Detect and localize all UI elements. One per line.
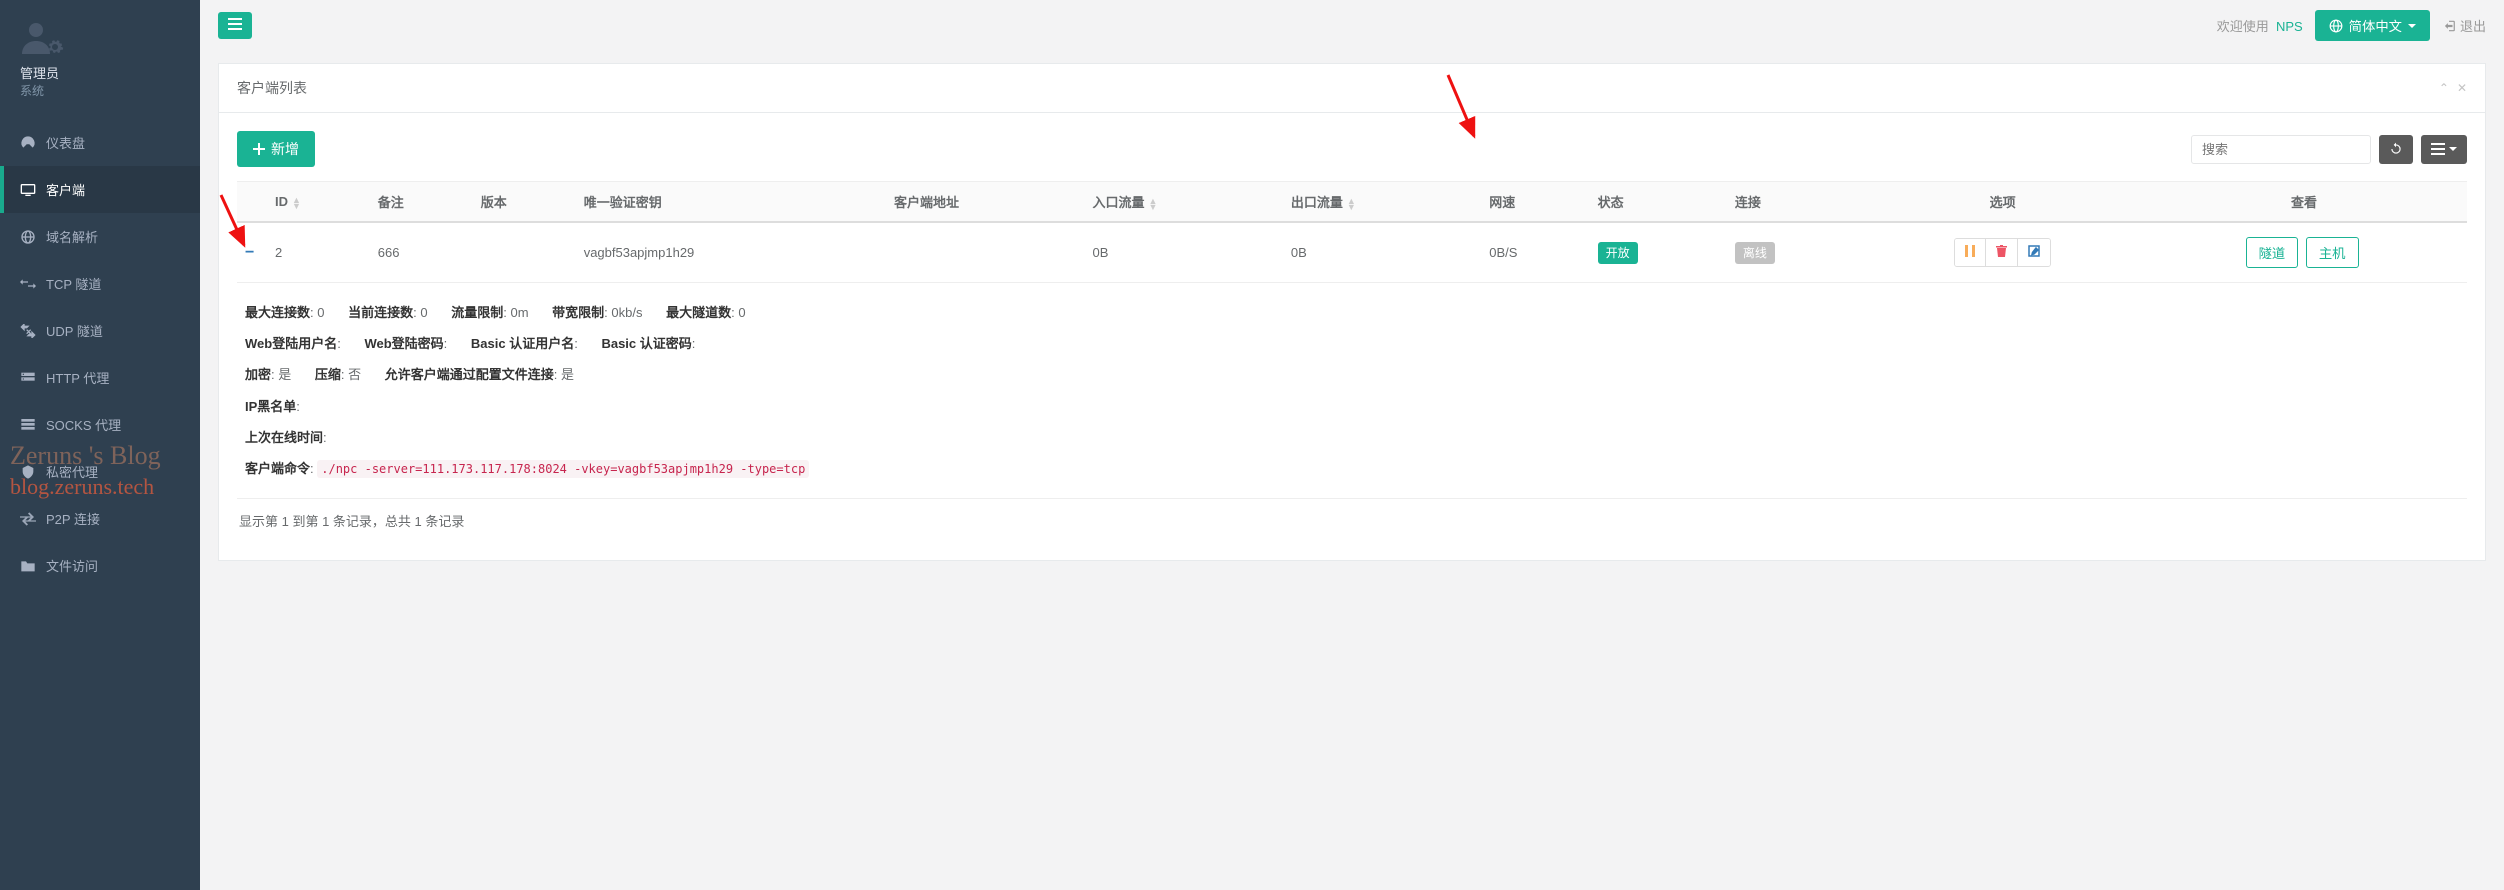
secret-icon: [20, 464, 38, 480]
sidebar-item-label: 仪表盘: [46, 133, 85, 152]
tunnel-button[interactable]: 隧道: [2246, 237, 2299, 268]
sidebar-item-label: UDP 隧道: [46, 321, 103, 340]
sidebar-item-label: SOCKS 代理: [46, 415, 121, 434]
sidebar-item-label: HTTP 代理: [46, 368, 109, 387]
col-view: 查看: [2141, 182, 2467, 223]
menu-toggle-button[interactable]: [218, 12, 252, 39]
panel-title: 客户端列表: [237, 78, 307, 98]
expand-row: 最大连接数: 0 当前连接数: 0 流量限制: 0m 带宽限制: 0kb/s 最…: [237, 283, 2467, 499]
user-avatar-icon: [20, 20, 60, 54]
status-badge: 开放: [1598, 242, 1638, 264]
sidebar-item-domain[interactable]: 域名解析: [0, 213, 200, 260]
user-role: 管理员: [20, 63, 180, 82]
sidebar-item-label: TCP 隧道: [46, 274, 101, 293]
sidebar-item-label: 私密代理: [46, 462, 98, 481]
topbar: 欢迎使用 NPS 简体中文 退出: [200, 0, 2504, 51]
sidebar-item-label: P2P 连接: [46, 509, 100, 528]
search-input[interactable]: [2191, 135, 2371, 164]
tcp-icon: [20, 277, 38, 291]
col-addr: 客户端地址: [886, 182, 1085, 223]
chevron-down-icon: [2449, 147, 2457, 151]
sidebar-item-http[interactable]: HTTP 代理: [0, 354, 200, 401]
cell-version: [473, 222, 576, 283]
sidebar-item-file[interactable]: 文件访问: [0, 542, 200, 589]
sidebar-item-tcp[interactable]: TCP 隧道: [0, 260, 200, 307]
p2p-icon: [20, 512, 38, 526]
refresh-button[interactable]: [2379, 135, 2413, 164]
col-speed: 网速: [1481, 182, 1589, 223]
sidebar-item-udp[interactable]: UDP 隧道: [0, 307, 200, 354]
col-remark: 备注: [370, 182, 473, 223]
table-row: − 2 666 vagbf53apjmp1h29 0B 0B 0B/S 开放: [237, 222, 2467, 283]
cell-addr: [886, 222, 1085, 283]
host-button[interactable]: 主机: [2306, 237, 2359, 268]
gear-icon: [46, 38, 64, 56]
client-table: ID▲▼ 备注 版本 唯一验证密钥 客户端地址 入口流量▲▼ 出口流量▲▼ 网速…: [237, 181, 2467, 499]
col-id: ID▲▼: [267, 182, 370, 223]
socks-icon: [20, 418, 38, 432]
product-link[interactable]: NPS: [2276, 19, 2303, 34]
delete-button[interactable]: [1986, 239, 2018, 266]
edit-icon: [2028, 245, 2040, 257]
refresh-icon: [2389, 142, 2403, 156]
client-icon: [20, 183, 38, 197]
sidebar-nav: 仪表盘客户端域名解析 TCP 隧道 UDP 隧道 HTTP 代理 SOCKS 代理私密代…: [0, 119, 200, 589]
pause-button[interactable]: [1955, 239, 1986, 266]
cell-remark: 666: [370, 222, 473, 283]
sidebar-item-dashboard[interactable]: 仪表盘: [0, 119, 200, 166]
cell-out: 0B: [1283, 222, 1481, 283]
sidebar-item-label: 客户端: [46, 180, 85, 199]
domain-icon: [20, 229, 38, 245]
dashboard-icon: [20, 135, 38, 151]
udp-icon: [20, 324, 38, 338]
collapse-icon[interactable]: ⌃: [2439, 81, 2449, 95]
file-icon: [20, 559, 38, 573]
sidebar-item-secret[interactable]: 私密代理: [0, 448, 200, 495]
col-status: 状态: [1590, 182, 1727, 223]
sidebar-item-label: 文件访问: [46, 556, 98, 575]
welcome-text: 欢迎使用 NPS: [2217, 16, 2303, 35]
sidebar-item-p2p[interactable]: P2P 连接: [0, 495, 200, 542]
cell-vkey: vagbf53apjmp1h29: [576, 222, 886, 283]
client-command: ./npc -server=111.173.117.178:8024 -vkey…: [317, 460, 809, 478]
language-dropdown[interactable]: 简体中文: [2315, 10, 2430, 41]
sidebar-item-label: 域名解析: [46, 227, 98, 246]
col-conn: 连接: [1727, 182, 1864, 223]
col-version: 版本: [473, 182, 576, 223]
user-block: 管理员 系统: [0, 0, 200, 109]
user-sub: 系统: [20, 82, 180, 99]
conn-badge: 离线: [1735, 242, 1775, 264]
sidebar-item-client[interactable]: 客户端: [0, 166, 200, 213]
logout-icon: [2442, 19, 2456, 33]
expand-toggle[interactable]: −: [245, 244, 254, 261]
col-out: 出口流量▲▼: [1283, 182, 1481, 223]
col-options: 选项: [1864, 182, 2141, 223]
sidebar-item-socks[interactable]: SOCKS 代理: [0, 401, 200, 448]
trash-icon: [1996, 245, 2007, 257]
http-icon: [20, 371, 38, 385]
logout-link[interactable]: 退出: [2442, 16, 2486, 35]
sidebar: 管理员 系统 仪表盘客户端域名解析 TCP 隧道 UDP 隧道 HTTP 代理 SOCK…: [0, 0, 200, 890]
col-in: 入口流量▲▼: [1085, 182, 1283, 223]
cell-speed: 0B/S: [1481, 222, 1589, 283]
cell-in: 0B: [1085, 222, 1283, 283]
columns-dropdown[interactable]: [2421, 135, 2467, 164]
edit-button[interactable]: [2018, 239, 2050, 266]
close-icon[interactable]: ✕: [2457, 81, 2467, 95]
add-button[interactable]: 新增: [237, 131, 315, 167]
table-footer: 显示第 1 到第 1 条记录，总共 1 条记录: [237, 499, 2467, 542]
globe-icon: [2329, 19, 2343, 33]
pause-icon: [1965, 245, 1975, 257]
chevron-down-icon: [2408, 24, 2416, 28]
cell-id: 2: [267, 222, 370, 283]
client-list-panel: 客户端列表 ⌃ ✕ 新增: [218, 63, 2486, 561]
col-vkey: 唯一验证密钥: [576, 182, 886, 223]
plus-icon: [253, 143, 265, 155]
list-icon: [2431, 143, 2445, 155]
